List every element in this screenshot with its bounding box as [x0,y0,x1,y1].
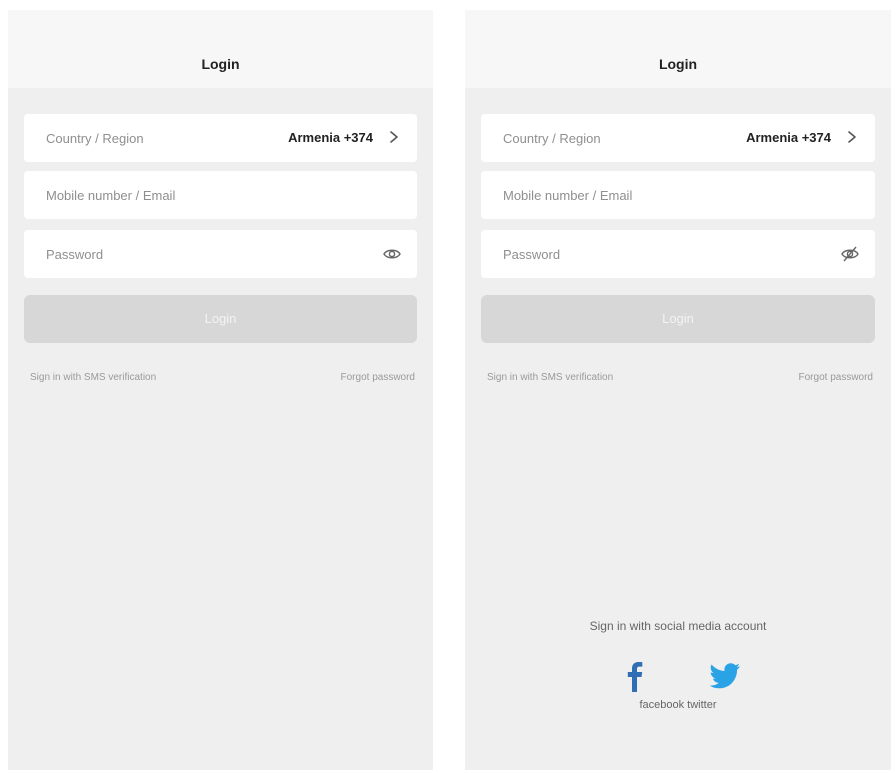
sms-sign-in-link[interactable]: Sign in with SMS verification [30,372,156,383]
country-region-value: Armenia +374 [746,130,831,145]
forgot-password-link[interactable]: Forgot password [341,372,415,383]
password-field[interactable]: Password [481,230,875,278]
password-placeholder: Password [503,247,561,262]
page-title: Login [201,56,240,72]
country-region-value: Armenia +374 [288,130,373,145]
login-button-label: Login [662,311,694,326]
facebook-icon[interactable] [618,658,652,692]
country-region-label: Country / Region [503,131,601,146]
header-bar: Login [8,10,433,88]
password-field[interactable]: Password [24,230,417,278]
social-caption: facebook twitter [639,699,717,711]
twitter-icon[interactable] [708,658,742,692]
login-screen-right: Login Country / Region Armenia +374 Mobi… [465,10,891,770]
country-region-selector[interactable]: Country / Region Armenia +374 [481,114,875,162]
password-placeholder: Password [46,247,104,262]
mobile-email-field[interactable]: Mobile number / Email [481,171,875,219]
login-button-label: Login [204,311,237,326]
mobile-email-placeholder: Mobile number / Email [46,188,176,203]
country-region-label: Country / Region [46,131,144,146]
social-buttons [465,658,891,692]
login-screen-left: Login Country / Region Armenia +374 Mobi… [8,10,433,770]
header-bar: Login [465,10,891,88]
login-button[interactable]: Login [24,295,417,343]
chevron-right-icon [390,131,398,143]
mobile-email-placeholder: Mobile number / Email [503,188,633,203]
social-sign-in-title: Sign in with social media account [589,619,767,633]
page-title: Login [658,56,698,72]
mobile-email-field[interactable]: Mobile number / Email [24,171,417,219]
chevron-right-icon [848,131,856,143]
login-button[interactable]: Login [481,295,875,343]
country-region-selector[interactable]: Country / Region Armenia +374 [24,114,417,162]
forgot-password-link[interactable]: Forgot password [799,372,873,383]
eye-icon[interactable] [383,245,401,263]
eye-off-icon[interactable] [841,245,859,263]
sms-sign-in-link[interactable]: Sign in with SMS verification [487,372,613,383]
